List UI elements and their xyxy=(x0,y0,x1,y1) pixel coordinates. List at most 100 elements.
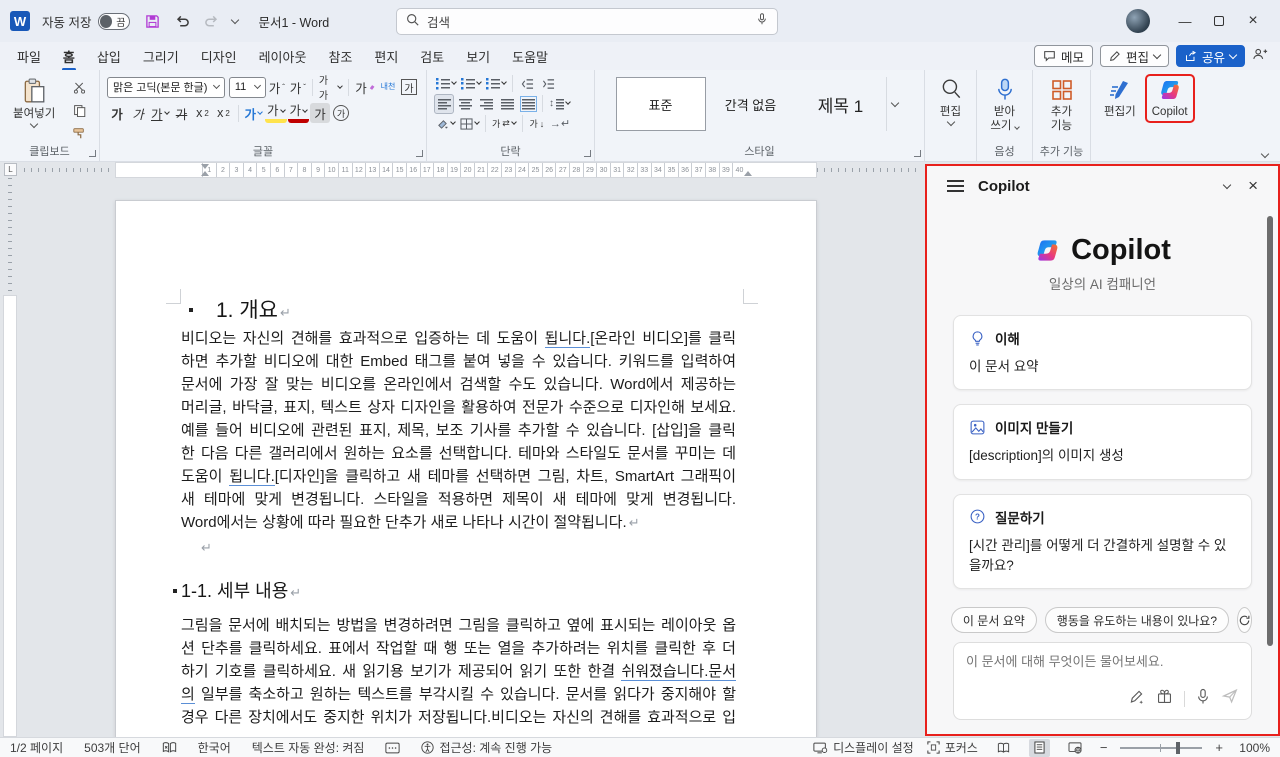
bold-button[interactable]: 가 xyxy=(107,103,127,123)
align-left-button[interactable] xyxy=(434,94,454,114)
card-understand[interactable]: 이해 이 문서 요약 xyxy=(953,315,1252,390)
superscript-button[interactable]: x2 xyxy=(214,103,234,123)
zoom-slider[interactable] xyxy=(1120,747,1202,749)
subscript-button[interactable]: x2 xyxy=(193,103,213,123)
customize-qat-icon[interactable] xyxy=(231,15,239,23)
addins-button[interactable]: 추가기능 xyxy=(1045,75,1079,137)
collapse-panel-icon[interactable] xyxy=(1223,180,1231,188)
predictions-icon[interactable] xyxy=(385,742,400,754)
comments-button[interactable]: 메모 xyxy=(1034,45,1093,67)
paragraph-dialog-launcher[interactable] xyxy=(584,150,591,157)
chip-summarize[interactable]: 이 문서 요약 xyxy=(951,607,1037,633)
avatar[interactable] xyxy=(1126,9,1150,33)
voice-input-icon[interactable] xyxy=(1196,688,1210,710)
card-create-image[interactable]: 이미지 만들기 [description]의 이미지 생성 xyxy=(953,404,1252,479)
close-panel-icon[interactable]: × xyxy=(1248,176,1258,196)
highlight-color-button[interactable]: 가 xyxy=(265,103,287,123)
copy-icon[interactable] xyxy=(69,100,89,120)
clipboard-dialog-launcher[interactable] xyxy=(89,150,96,157)
menu-icon[interactable] xyxy=(947,180,964,192)
font-size-combobox[interactable]: 11 xyxy=(229,77,266,98)
tab-도움말[interactable]: 도움말 xyxy=(501,43,559,70)
chip-call-to-action[interactable]: 행동을 유도하는 내용이 있나요? xyxy=(1045,607,1229,633)
maximize-button[interactable] xyxy=(1202,6,1236,36)
character-border-button[interactable]: 가 xyxy=(399,77,419,97)
font-color-button[interactable]: 가 xyxy=(288,103,310,123)
editing-mode-button[interactable]: 편집 xyxy=(1100,45,1169,67)
right-indent-marker[interactable] xyxy=(744,171,752,176)
prompt-library-icon[interactable] xyxy=(1128,688,1145,710)
editing-button[interactable]: 편집 xyxy=(934,75,968,128)
numbering-button[interactable] xyxy=(459,74,483,94)
phonetic-guide-button[interactable]: 내천 xyxy=(378,77,398,97)
document-content[interactable]: 1. 개요↵ 비디오는 자신의 견해를 효과적으로 입증하는 데 도움이 됩니다… xyxy=(116,201,816,729)
line-spacing-button[interactable]: ↕ xyxy=(547,94,572,114)
read-mode-button[interactable] xyxy=(991,739,1016,757)
grow-font-button[interactable]: 가ˆ xyxy=(267,77,287,97)
undo-icon[interactable] xyxy=(172,11,192,31)
text-effects-button[interactable]: 가 xyxy=(243,103,265,123)
zoom-out-button[interactable]: − xyxy=(1100,740,1108,755)
italic-button[interactable]: 가 xyxy=(128,103,148,123)
print-layout-button[interactable] xyxy=(1029,739,1050,757)
minimize-button[interactable]: — xyxy=(1168,6,1202,36)
tab-참조[interactable]: 참조 xyxy=(317,43,363,70)
copilot-ribbon-button[interactable]: Copilot xyxy=(1146,75,1194,122)
style-no-spacing[interactable]: 간격 없음 xyxy=(706,77,796,131)
tab-검토[interactable]: 검토 xyxy=(409,43,455,70)
tab-디자인[interactable]: 디자인 xyxy=(190,43,248,70)
clear-formatting-button[interactable]: 가 xyxy=(353,77,377,97)
paste-button[interactable]: 붙여넣기 xyxy=(7,75,61,130)
horizontal-ruler[interactable]: L 12345678910111213141516171819202122232… xyxy=(0,162,925,178)
language-indicator[interactable]: 한국어 xyxy=(198,739,231,756)
collapse-ribbon-icon[interactable] xyxy=(1261,150,1269,158)
tab-보기[interactable]: 보기 xyxy=(455,43,501,70)
copilot-input-box[interactable] xyxy=(953,642,1252,720)
styles-more-button[interactable] xyxy=(886,77,904,131)
styles-dialog-launcher[interactable] xyxy=(914,150,921,157)
autosave-toggle[interactable]: 끔 xyxy=(98,13,130,30)
first-line-indent-marker[interactable] xyxy=(201,164,209,169)
shrink-font-button[interactable]: 가ˇ xyxy=(288,77,308,97)
tab-레이아웃[interactable]: 레이아웃 xyxy=(248,43,318,70)
editor-button[interactable]: 편집기 xyxy=(1098,75,1142,122)
tab-파일[interactable]: 파일 xyxy=(6,43,52,70)
display-settings[interactable]: 디스플레이 설정 xyxy=(813,739,914,756)
change-case-button[interactable]: 가가 xyxy=(317,77,344,97)
people-icon[interactable] xyxy=(1252,47,1268,66)
zoom-in-button[interactable]: + xyxy=(1215,740,1223,755)
style-normal[interactable]: 표준 xyxy=(616,77,706,131)
proofing-icon[interactable] xyxy=(162,741,177,754)
mic-icon[interactable] xyxy=(756,12,768,31)
vertical-ruler[interactable] xyxy=(0,178,22,737)
panel-scrollbar[interactable] xyxy=(1267,216,1273,646)
shading-button[interactable] xyxy=(434,114,457,134)
document-canvas[interactable]: 1. 개요↵ 비디오는 자신의 견해를 효과적으로 입증하는 데 도움이 됩니다… xyxy=(22,178,925,737)
document-page[interactable]: 1. 개요↵ 비디오는 자신의 견해를 효과적으로 입증하는 데 도움이 됩니다… xyxy=(115,200,817,737)
character-shading-button[interactable]: 가 xyxy=(310,103,330,123)
save-icon[interactable] xyxy=(142,11,162,31)
show-marks-button[interactable]: →↵ xyxy=(548,114,572,134)
refresh-suggestions-button[interactable] xyxy=(1237,607,1252,633)
enclose-characters-button[interactable]: 가 xyxy=(331,103,351,123)
underline-button[interactable]: 가 xyxy=(149,103,171,123)
focus-mode[interactable]: 포커스 xyxy=(927,739,978,756)
word-count[interactable]: 503개 단어 xyxy=(84,739,140,756)
tab-편지[interactable]: 편지 xyxy=(363,43,409,70)
increase-indent-button[interactable] xyxy=(538,74,558,94)
redo-icon[interactable] xyxy=(202,11,222,31)
distribute-button[interactable] xyxy=(518,94,538,114)
share-button[interactable]: 공유 xyxy=(1176,45,1245,67)
tab-홈[interactable]: 홈 xyxy=(52,43,86,70)
bullets-button[interactable] xyxy=(434,74,458,94)
cut-icon[interactable] xyxy=(69,77,89,97)
tab-삽입[interactable]: 삽입 xyxy=(86,43,132,70)
justify-button[interactable] xyxy=(497,94,517,114)
text-predictions[interactable]: 텍스트 자동 완성: 켜짐 xyxy=(252,739,365,756)
font-family-combobox[interactable]: 맑은 고딕(본문 한글) xyxy=(107,77,225,98)
strikethrough-button[interactable]: 가 xyxy=(172,103,192,123)
search-box[interactable]: 검색 xyxy=(396,8,778,35)
web-layout-button[interactable] xyxy=(1063,739,1087,757)
accessibility-status[interactable]: 접근성: 계속 진행 가능 xyxy=(421,739,552,756)
multilevel-list-button[interactable] xyxy=(484,74,508,94)
